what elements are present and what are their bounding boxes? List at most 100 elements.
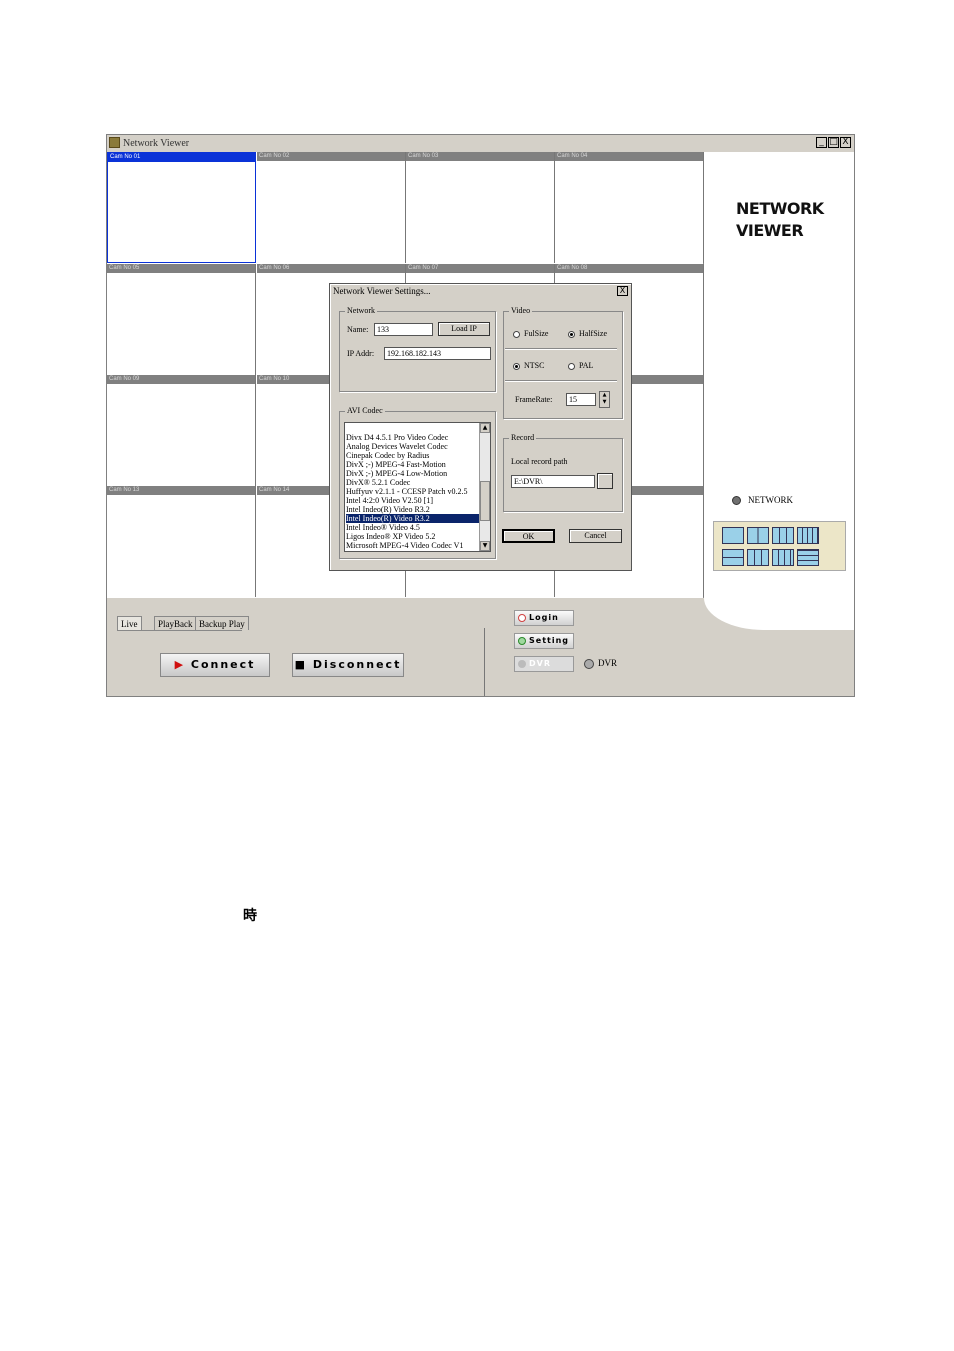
browse-button[interactable] <box>597 473 613 489</box>
name-label: Name: <box>347 325 369 334</box>
codec-item[interactable]: Intel Indeo(R) Video R3.2 <box>346 505 479 514</box>
login-label: Login <box>529 613 559 622</box>
settings-dialog: Network Viewer Settings... X Network Nam… <box>329 283 632 571</box>
fullsize-radio[interactable] <box>513 331 520 338</box>
dvr-status-label: DVR <box>598 658 618 668</box>
camera-label: Cam No 04 <box>555 152 703 161</box>
tab-playback[interactable]: PlayBack <box>154 616 197 630</box>
setting-button[interactable]: Setting <box>514 633 574 649</box>
camera-label: Cam No 05 <box>107 264 255 273</box>
close-button[interactable]: X <box>840 137 851 148</box>
cancel-button[interactable]: Cancel <box>569 529 622 543</box>
codec-item[interactable]: Intel 4:2:0 Video V2.50 [1] <box>346 496 479 505</box>
camera-label: Cam No 08 <box>555 264 703 273</box>
tab-live[interactable]: Live <box>117 616 142 630</box>
camera-view-05[interactable]: Cam No 05 <box>107 264 256 375</box>
window-title: Network Viewer <box>123 138 190 149</box>
pal-radio[interactable] <box>568 363 575 370</box>
network-status-led-icon <box>732 496 741 505</box>
layout-selector <box>713 521 846 571</box>
spin-down-icon[interactable]: ▼ <box>600 399 609 406</box>
ok-button[interactable]: OK <box>502 529 555 543</box>
panel-divider <box>484 628 485 696</box>
login-icon <box>518 614 526 622</box>
dvr-button[interactable]: DVR <box>514 656 574 672</box>
codec-item[interactable]: Cinepak Codec by Radius <box>346 451 479 460</box>
layout-13-icon[interactable] <box>797 549 819 566</box>
codec-list[interactable]: Divx D4 4.5.1 Pro Video Codec Analog Dev… <box>344 422 491 552</box>
layout-1-icon[interactable] <box>722 527 744 544</box>
record-path-label: Local record path <box>511 457 568 466</box>
setting-label: Setting <box>529 636 569 645</box>
network-status-label: NETWORK <box>748 495 793 505</box>
document-text: 時 <box>243 908 257 924</box>
tab-backup-play[interactable]: Backup Play <box>195 616 249 630</box>
codec-item[interactable]: DivX ;-) MPEG-4 Fast-Motion <box>346 460 479 469</box>
spin-up-icon[interactable]: ▲ <box>600 392 609 399</box>
framerate-label: FrameRate: <box>515 395 553 404</box>
brand-line-1: NETWORK <box>736 199 824 218</box>
layout-16-icon[interactable] <box>797 527 819 544</box>
disconnect-button[interactable]: ■ Disconnect <box>292 653 404 677</box>
halfsize-label: HalfSize <box>579 329 607 338</box>
layout-6-icon[interactable] <box>722 549 744 566</box>
dialog-close-button[interactable]: X <box>617 286 628 296</box>
scroll-thumb[interactable] <box>480 481 490 521</box>
codec-item[interactable]: Huffyuv v2.1.1 - CCESP Patch v0.2.5 <box>346 487 479 496</box>
camera-view-13[interactable]: Cam No 13 <box>107 486 256 597</box>
side-panel: NETWORK VIEWER NETWORK <box>704 152 854 598</box>
maximize-button[interactable]: □ <box>828 137 839 148</box>
connect-button[interactable]: ▶ Connect <box>160 653 270 677</box>
camera-label: Cam No 03 <box>406 152 554 161</box>
framerate-spinner[interactable]: ▲ ▼ <box>599 391 610 408</box>
codec-item[interactable]: Intel Indeo® Video 4.5 <box>346 523 479 532</box>
play-icon: ▶ <box>174 658 186 671</box>
stop-icon: ■ <box>294 658 308 671</box>
codec-item[interactable]: Divx D4 4.5.1 Pro Video Codec <box>346 433 479 442</box>
video-separator <box>505 380 617 382</box>
connect-label: Connect <box>190 658 256 671</box>
framerate-input[interactable]: 15 <box>566 393 596 406</box>
app-icon <box>109 137 120 148</box>
codec-item[interactable]: DivX ;-) MPEG-4 Low-Motion <box>346 469 479 478</box>
scroll-down-icon[interactable]: ▼ <box>480 541 490 551</box>
layout-4-icon[interactable] <box>747 527 769 544</box>
ip-address-input[interactable]: 192.168.182.143 <box>384 347 491 360</box>
codec-item[interactable]: Analog Devices Wavelet Codec <box>346 442 479 451</box>
camera-view-02[interactable]: Cam No 02 <box>257 152 406 263</box>
record-path-input[interactable]: E:\DVR\ <box>511 475 595 488</box>
camera-view-04[interactable]: Cam No 04 <box>555 152 704 263</box>
camera-label: Cam No 07 <box>406 264 554 273</box>
camera-label: Cam No 09 <box>107 375 255 384</box>
brand-logo: NETWORK VIEWER <box>736 198 824 242</box>
fullsize-label: FulSize <box>524 329 549 338</box>
dvr-label: DVR <box>529 659 551 668</box>
network-group-label: Network <box>345 306 377 316</box>
codec-item-selected[interactable]: Intel Indeo(R) Video R3.2 <box>346 514 479 523</box>
codec-item[interactable]: Ligos Indeo® XP Video 5.2 <box>346 532 479 541</box>
camera-view-01[interactable]: Cam No 01 <box>107 152 256 263</box>
ntsc-radio[interactable] <box>513 363 520 370</box>
camera-view-03[interactable]: Cam No 03 <box>406 152 555 263</box>
video-separator <box>505 348 617 350</box>
load-ip-button[interactable]: Load IP <box>438 322 490 336</box>
layout-10-icon[interactable] <box>772 549 794 566</box>
title-bar[interactable]: Network Viewer _ □ X <box>107 135 854 153</box>
layout-8-icon[interactable] <box>747 549 769 566</box>
ip-address-label: IP Addr: <box>347 349 375 358</box>
name-input[interactable]: 133 <box>374 323 433 336</box>
scroll-up-icon[interactable]: ▲ <box>480 423 490 433</box>
halfsize-radio[interactable] <box>568 331 575 338</box>
camera-label: Cam No 06 <box>257 264 405 273</box>
camera-view-09[interactable]: Cam No 09 <box>107 375 256 486</box>
codec-scrollbar[interactable]: ▲ ▼ <box>479 423 490 551</box>
minimize-button[interactable]: _ <box>816 137 827 148</box>
camera-label: Cam No 13 <box>107 486 255 495</box>
codec-item[interactable]: DivX® 5.2.1 Codec <box>346 478 479 487</box>
login-button[interactable]: Login <box>514 610 574 626</box>
ntsc-label: NTSC <box>524 361 545 370</box>
codec-item[interactable]: Microsoft MPEG-4 Video Codec V1 <box>346 541 479 550</box>
camera-label: Cam No 01 <box>108 153 255 162</box>
layout-9-icon[interactable] <box>772 527 794 544</box>
dialog-title[interactable]: Network Viewer Settings... <box>330 284 631 298</box>
